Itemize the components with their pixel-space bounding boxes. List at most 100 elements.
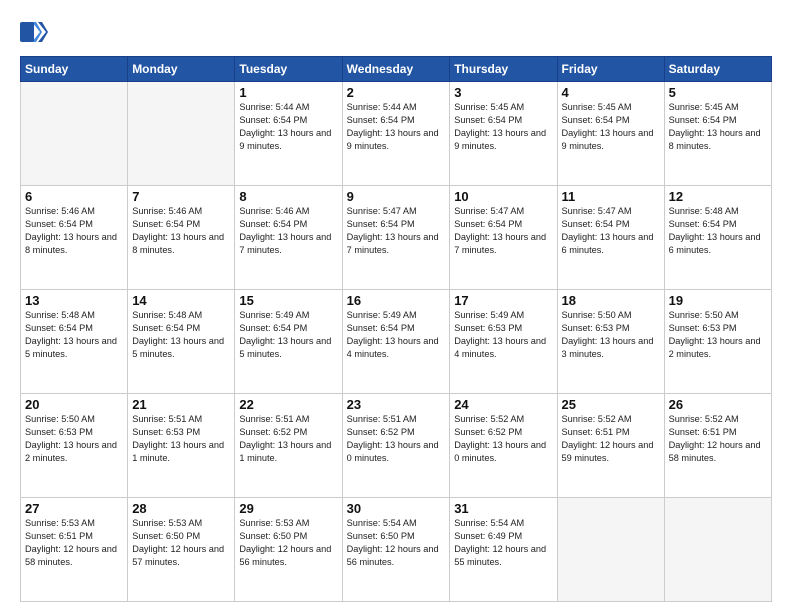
day-number: 17 xyxy=(454,293,552,308)
calendar-day-header: Thursday xyxy=(450,57,557,82)
day-info: Sunrise: 5:45 AM Sunset: 6:54 PM Dayligh… xyxy=(669,101,767,153)
day-number: 29 xyxy=(239,501,337,516)
calendar-cell: 20Sunrise: 5:50 AM Sunset: 6:53 PM Dayli… xyxy=(21,394,128,498)
calendar-cell: 19Sunrise: 5:50 AM Sunset: 6:53 PM Dayli… xyxy=(664,290,771,394)
calendar-cell: 2Sunrise: 5:44 AM Sunset: 6:54 PM Daylig… xyxy=(342,82,450,186)
day-number: 9 xyxy=(347,189,446,204)
day-number: 13 xyxy=(25,293,123,308)
day-info: Sunrise: 5:48 AM Sunset: 6:54 PM Dayligh… xyxy=(132,309,230,361)
day-info: Sunrise: 5:47 AM Sunset: 6:54 PM Dayligh… xyxy=(347,205,446,257)
day-info: Sunrise: 5:53 AM Sunset: 6:50 PM Dayligh… xyxy=(239,517,337,569)
page: SundayMondayTuesdayWednesdayThursdayFrid… xyxy=(0,0,792,612)
day-number: 16 xyxy=(347,293,446,308)
day-number: 22 xyxy=(239,397,337,412)
calendar-cell: 31Sunrise: 5:54 AM Sunset: 6:49 PM Dayli… xyxy=(450,498,557,602)
day-info: Sunrise: 5:48 AM Sunset: 6:54 PM Dayligh… xyxy=(25,309,123,361)
calendar-cell: 25Sunrise: 5:52 AM Sunset: 6:51 PM Dayli… xyxy=(557,394,664,498)
day-info: Sunrise: 5:46 AM Sunset: 6:54 PM Dayligh… xyxy=(25,205,123,257)
calendar-cell: 12Sunrise: 5:48 AM Sunset: 6:54 PM Dayli… xyxy=(664,186,771,290)
calendar-cell: 15Sunrise: 5:49 AM Sunset: 6:54 PM Dayli… xyxy=(235,290,342,394)
calendar-cell: 17Sunrise: 5:49 AM Sunset: 6:53 PM Dayli… xyxy=(450,290,557,394)
day-number: 26 xyxy=(669,397,767,412)
day-number: 11 xyxy=(562,189,660,204)
calendar-cell: 8Sunrise: 5:46 AM Sunset: 6:54 PM Daylig… xyxy=(235,186,342,290)
calendar-cell xyxy=(128,82,235,186)
day-info: Sunrise: 5:46 AM Sunset: 6:54 PM Dayligh… xyxy=(239,205,337,257)
calendar-cell: 16Sunrise: 5:49 AM Sunset: 6:54 PM Dayli… xyxy=(342,290,450,394)
day-info: Sunrise: 5:46 AM Sunset: 6:54 PM Dayligh… xyxy=(132,205,230,257)
calendar-cell xyxy=(557,498,664,602)
calendar-cell xyxy=(664,498,771,602)
day-info: Sunrise: 5:54 AM Sunset: 6:50 PM Dayligh… xyxy=(347,517,446,569)
calendar-cell: 9Sunrise: 5:47 AM Sunset: 6:54 PM Daylig… xyxy=(342,186,450,290)
calendar-cell: 11Sunrise: 5:47 AM Sunset: 6:54 PM Dayli… xyxy=(557,186,664,290)
day-info: Sunrise: 5:49 AM Sunset: 6:54 PM Dayligh… xyxy=(239,309,337,361)
calendar-table: SundayMondayTuesdayWednesdayThursdayFrid… xyxy=(20,56,772,602)
calendar-day-header: Sunday xyxy=(21,57,128,82)
day-info: Sunrise: 5:51 AM Sunset: 6:52 PM Dayligh… xyxy=(239,413,337,465)
day-number: 8 xyxy=(239,189,337,204)
calendar-cell: 7Sunrise: 5:46 AM Sunset: 6:54 PM Daylig… xyxy=(128,186,235,290)
day-number: 23 xyxy=(347,397,446,412)
day-info: Sunrise: 5:45 AM Sunset: 6:54 PM Dayligh… xyxy=(562,101,660,153)
calendar-cell: 10Sunrise: 5:47 AM Sunset: 6:54 PM Dayli… xyxy=(450,186,557,290)
calendar-cell: 13Sunrise: 5:48 AM Sunset: 6:54 PM Dayli… xyxy=(21,290,128,394)
day-info: Sunrise: 5:47 AM Sunset: 6:54 PM Dayligh… xyxy=(454,205,552,257)
day-info: Sunrise: 5:53 AM Sunset: 6:50 PM Dayligh… xyxy=(132,517,230,569)
calendar-cell: 4Sunrise: 5:45 AM Sunset: 6:54 PM Daylig… xyxy=(557,82,664,186)
day-number: 7 xyxy=(132,189,230,204)
day-number: 2 xyxy=(347,85,446,100)
day-info: Sunrise: 5:52 AM Sunset: 6:51 PM Dayligh… xyxy=(669,413,767,465)
day-info: Sunrise: 5:47 AM Sunset: 6:54 PM Dayligh… xyxy=(562,205,660,257)
logo xyxy=(20,18,52,46)
calendar-cell: 27Sunrise: 5:53 AM Sunset: 6:51 PM Dayli… xyxy=(21,498,128,602)
calendar-day-header: Monday xyxy=(128,57,235,82)
calendar-cell: 5Sunrise: 5:45 AM Sunset: 6:54 PM Daylig… xyxy=(664,82,771,186)
day-info: Sunrise: 5:52 AM Sunset: 6:51 PM Dayligh… xyxy=(562,413,660,465)
day-number: 21 xyxy=(132,397,230,412)
calendar-cell: 14Sunrise: 5:48 AM Sunset: 6:54 PM Dayli… xyxy=(128,290,235,394)
day-number: 30 xyxy=(347,501,446,516)
day-number: 19 xyxy=(669,293,767,308)
calendar-week-row: 6Sunrise: 5:46 AM Sunset: 6:54 PM Daylig… xyxy=(21,186,772,290)
day-info: Sunrise: 5:53 AM Sunset: 6:51 PM Dayligh… xyxy=(25,517,123,569)
day-number: 25 xyxy=(562,397,660,412)
calendar-cell: 26Sunrise: 5:52 AM Sunset: 6:51 PM Dayli… xyxy=(664,394,771,498)
day-info: Sunrise: 5:44 AM Sunset: 6:54 PM Dayligh… xyxy=(347,101,446,153)
day-number: 28 xyxy=(132,501,230,516)
day-info: Sunrise: 5:44 AM Sunset: 6:54 PM Dayligh… xyxy=(239,101,337,153)
day-info: Sunrise: 5:48 AM Sunset: 6:54 PM Dayligh… xyxy=(669,205,767,257)
day-info: Sunrise: 5:50 AM Sunset: 6:53 PM Dayligh… xyxy=(25,413,123,465)
day-number: 6 xyxy=(25,189,123,204)
calendar-cell: 24Sunrise: 5:52 AM Sunset: 6:52 PM Dayli… xyxy=(450,394,557,498)
calendar-cell: 18Sunrise: 5:50 AM Sunset: 6:53 PM Dayli… xyxy=(557,290,664,394)
calendar-week-row: 13Sunrise: 5:48 AM Sunset: 6:54 PM Dayli… xyxy=(21,290,772,394)
day-number: 1 xyxy=(239,85,337,100)
calendar-cell xyxy=(21,82,128,186)
day-info: Sunrise: 5:52 AM Sunset: 6:52 PM Dayligh… xyxy=(454,413,552,465)
day-number: 24 xyxy=(454,397,552,412)
day-number: 20 xyxy=(25,397,123,412)
day-number: 27 xyxy=(25,501,123,516)
calendar-cell: 22Sunrise: 5:51 AM Sunset: 6:52 PM Dayli… xyxy=(235,394,342,498)
day-number: 14 xyxy=(132,293,230,308)
day-number: 4 xyxy=(562,85,660,100)
logo-icon xyxy=(20,18,48,46)
day-info: Sunrise: 5:49 AM Sunset: 6:53 PM Dayligh… xyxy=(454,309,552,361)
calendar-week-row: 27Sunrise: 5:53 AM Sunset: 6:51 PM Dayli… xyxy=(21,498,772,602)
day-info: Sunrise: 5:45 AM Sunset: 6:54 PM Dayligh… xyxy=(454,101,552,153)
day-info: Sunrise: 5:49 AM Sunset: 6:54 PM Dayligh… xyxy=(347,309,446,361)
calendar-cell: 21Sunrise: 5:51 AM Sunset: 6:53 PM Dayli… xyxy=(128,394,235,498)
day-info: Sunrise: 5:54 AM Sunset: 6:49 PM Dayligh… xyxy=(454,517,552,569)
calendar-day-header: Saturday xyxy=(664,57,771,82)
day-number: 3 xyxy=(454,85,552,100)
calendar-cell: 3Sunrise: 5:45 AM Sunset: 6:54 PM Daylig… xyxy=(450,82,557,186)
calendar-day-header: Friday xyxy=(557,57,664,82)
day-number: 12 xyxy=(669,189,767,204)
calendar-cell: 23Sunrise: 5:51 AM Sunset: 6:52 PM Dayli… xyxy=(342,394,450,498)
day-info: Sunrise: 5:50 AM Sunset: 6:53 PM Dayligh… xyxy=(669,309,767,361)
calendar-cell: 29Sunrise: 5:53 AM Sunset: 6:50 PM Dayli… xyxy=(235,498,342,602)
day-number: 10 xyxy=(454,189,552,204)
day-number: 18 xyxy=(562,293,660,308)
day-number: 15 xyxy=(239,293,337,308)
